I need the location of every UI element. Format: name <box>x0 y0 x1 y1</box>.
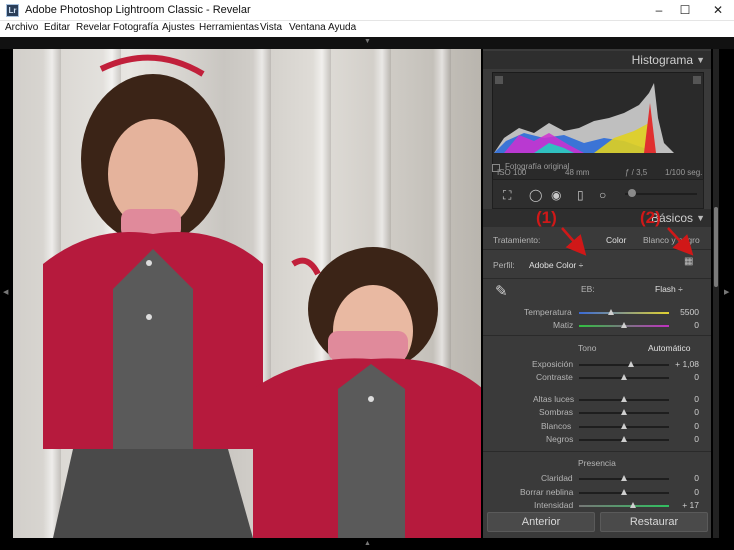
shadows-slider-thumb[interactable] <box>621 409 627 415</box>
menu-herramientas[interactable]: Herramientas <box>199 22 259 33</box>
collapse-left-icon[interactable]: ◀ <box>3 288 8 296</box>
whites-slider-thumb[interactable] <box>621 423 627 429</box>
vibrance-slider[interactable] <box>579 505 669 507</box>
whites-value[interactable]: 0 <box>694 421 699 431</box>
contrast-slider-thumb[interactable] <box>621 374 627 380</box>
dehaze-value[interactable]: 0 <box>694 487 699 497</box>
tint-label: Matiz <box>553 320 574 330</box>
brush-icon[interactable] <box>628 189 636 197</box>
previous-button[interactable]: Anterior <box>487 512 595 532</box>
menu-ayuda[interactable]: Ayuda <box>328 22 356 33</box>
tint-value[interactable]: 0 <box>694 320 699 330</box>
profile-label: Perfil: <box>493 260 515 270</box>
exposure-slider[interactable] <box>579 364 669 366</box>
treatment-bw-option[interactable]: Blanco y negro <box>643 235 700 245</box>
collapse-histogram-icon[interactable]: ▼ <box>696 55 705 65</box>
top-panel-strip: ▼ <box>0 37 734 49</box>
original-photo-checkbox[interactable] <box>492 164 500 172</box>
profile-browser-grid-icon[interactable]: ▦ <box>684 256 698 268</box>
menu-ventana[interactable]: Ventana <box>289 22 326 33</box>
highlights-label: Altas luces <box>533 394 575 404</box>
wb-dropdown[interactable]: Flash ÷ <box>655 284 683 294</box>
title-bar: Lr Adobe Photoshop Lightroom Classic - R… <box>0 0 734 21</box>
vibrance-value[interactable]: + 17 <box>682 500 699 510</box>
maximize-button[interactable]: ☐ <box>670 0 700 21</box>
whites-label: Blancos <box>541 421 572 431</box>
tool-strip: ⛶ ◯ ◉ ▯ ○ <box>492 179 704 209</box>
profile-dropdown[interactable]: Adobe Color ÷ <box>529 260 583 270</box>
collapse-top-icon[interactable]: ▼ <box>364 38 371 45</box>
aperture-readout: ƒ / 3,5 <box>625 168 648 177</box>
menu-revelar[interactable]: Revelar <box>76 22 110 33</box>
highlights-value[interactable]: 0 <box>694 394 699 404</box>
temperature-label: Temperatura <box>524 307 572 317</box>
auto-tone-button[interactable]: Automático <box>648 343 691 353</box>
reset-button[interactable]: Restaurar <box>600 512 708 532</box>
treatment-label: Tratamiento: <box>493 235 541 245</box>
original-photo-label: Fotografía original <box>505 162 570 171</box>
white-balance-eyedropper-icon[interactable]: ✎ <box>495 282 508 300</box>
highlights-slider-thumb[interactable] <box>621 396 627 402</box>
temperature-slider[interactable] <box>579 312 669 314</box>
crop-tool-icon[interactable]: ⛶ <box>503 188 511 203</box>
graduated-filter-icon[interactable]: ▯ <box>577 188 584 202</box>
vibrance-label: Intensidad <box>534 500 574 510</box>
wb-label: EB: <box>581 284 595 294</box>
contrast-label: Contraste <box>536 372 573 382</box>
close-button[interactable]: ✕ <box>703 0 733 21</box>
menu-vista[interactable]: Vista <box>260 22 282 33</box>
panel-scrollbar[interactable] <box>713 49 719 538</box>
photo-preview[interactable] <box>13 49 481 538</box>
panel-scrollbar-thumb[interactable] <box>714 207 718 287</box>
contrast-value[interactable]: 0 <box>694 372 699 382</box>
radial-filter-icon[interactable]: ○ <box>599 188 606 202</box>
dehaze-label: Borrar neblina <box>520 487 574 497</box>
dehaze-slider-thumb[interactable] <box>621 489 627 495</box>
tone-label: Tono <box>578 343 597 353</box>
exposure-value[interactable]: + 1,08 <box>675 359 699 369</box>
temperature-slider-thumb[interactable] <box>608 309 614 315</box>
presence-label: Presencia <box>578 458 616 468</box>
menu-ajustes[interactable]: Ajustes <box>162 22 195 33</box>
histogram-title: Histograma <box>631 53 693 67</box>
shadows-value[interactable]: 0 <box>694 407 699 417</box>
menu-bar: Archivo Editar Revelar Fotografía Ajuste… <box>0 21 734 37</box>
shutter-readout: 1/100 seg. <box>665 168 703 177</box>
shadows-label: Sombras <box>539 407 574 417</box>
annotation-two: (2) <box>640 208 661 227</box>
histogram-header[interactable]: Histograma ▼ <box>483 51 711 69</box>
collapse-right-icon[interactable]: ▶ <box>724 288 729 296</box>
lightroom-app-icon: Lr <box>6 4 19 17</box>
blacks-label: Negros <box>546 434 574 444</box>
exposure-label: Exposición <box>532 359 574 369</box>
red-eye-icon[interactable]: ◉ <box>551 188 561 202</box>
basic-header[interactable]: Básicos ▼ <box>483 209 711 227</box>
temperature-value[interactable]: 5500 <box>680 307 699 317</box>
treatment-color-option[interactable]: Color <box>606 235 626 245</box>
clarity-slider-thumb[interactable] <box>621 475 627 481</box>
annotation-one: (1) <box>536 208 557 227</box>
menu-fotografia[interactable]: Fotografía <box>113 22 159 33</box>
exposure-slider-thumb[interactable] <box>628 361 634 367</box>
menu-archivo[interactable]: Archivo <box>5 22 38 33</box>
blacks-value[interactable]: 0 <box>694 434 699 444</box>
histogram-graph <box>494 83 674 153</box>
window-title: Adobe Photoshop Lightroom Classic - Reve… <box>25 4 251 16</box>
blacks-slider-thumb[interactable] <box>621 436 627 442</box>
vibrance-slider-thumb[interactable] <box>630 502 636 508</box>
collapse-basic-icon[interactable]: ▼ <box>696 213 705 223</box>
children-photo-image <box>43 54 481 538</box>
tint-slider-thumb[interactable] <box>621 322 627 328</box>
spot-removal-icon[interactable]: ◯ <box>529 188 542 202</box>
develop-right-panel: Histograma ▼ ISO 100 48 mm ƒ / 3,5 1/100… <box>483 49 711 538</box>
clarity-value[interactable]: 0 <box>694 473 699 483</box>
menu-editar[interactable]: Editar <box>44 22 70 33</box>
clarity-label: Claridad <box>541 473 573 483</box>
collapse-bottom-icon[interactable]: ▲ <box>364 540 371 547</box>
